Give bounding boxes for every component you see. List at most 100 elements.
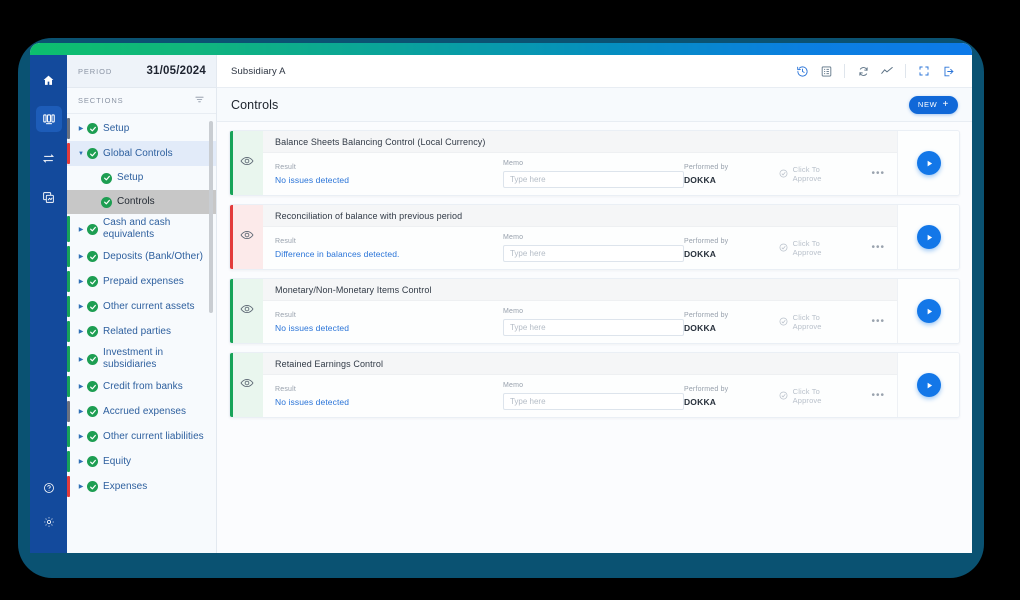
sidebar-item-investment-in-subsidiaries[interactable]: ▶ Investment in subsidiaries (67, 344, 216, 374)
control-card[interactable]: Reconciliation of balance with previous … (229, 204, 960, 270)
report-list-icon[interactable] (814, 60, 838, 82)
more-options-icon[interactable]: ••• (871, 393, 885, 399)
sections-label: SECTIONS (78, 96, 124, 105)
sidebar-item-prepaid-expenses[interactable]: ▶Prepaid expenses (67, 269, 216, 294)
approve-button[interactable]: Click To Approve (779, 387, 846, 405)
chevron-right-icon[interactable]: ▶ (75, 226, 87, 233)
icon-rail (30, 55, 67, 553)
main-content: Subsidiary A (217, 55, 972, 553)
top-toolbar: Subsidiary A (217, 55, 972, 88)
chevron-right-icon[interactable]: ▶ (75, 125, 87, 132)
memo-input[interactable]: Type here (503, 393, 684, 410)
sidebar-item-deposits-bank-other[interactable]: ▶Deposits (Bank/Other) (67, 244, 216, 269)
settings-gear-icon[interactable] (36, 509, 62, 535)
status-bar (67, 376, 70, 397)
performed-by-label: Performed by (684, 164, 777, 171)
sidebar-scrollbar-thumb[interactable] (209, 121, 213, 313)
sidebar-item-controls[interactable]: Controls (67, 190, 216, 214)
control-card[interactable]: Balance Sheets Balancing Control (Local … (229, 130, 960, 196)
more-options-icon[interactable]: ••• (871, 245, 885, 251)
sidebar-item-equity[interactable]: ▶Equity (67, 449, 216, 474)
performed-by-value: DOKKA (684, 175, 777, 185)
sidebar-item-other-current-assets[interactable]: ▶Other current assets (67, 294, 216, 319)
performed-by-field: Performed byDOKKA (684, 238, 777, 259)
sidebar-item-global-controls[interactable]: ▼Global Controls (67, 141, 216, 166)
sidebar-item-setup[interactable]: Setup (67, 166, 216, 190)
chevron-down-icon[interactable]: ▼ (75, 151, 87, 157)
sidebar-item-label: Expenses (103, 481, 147, 493)
filter-icon[interactable] (194, 92, 205, 110)
fullscreen-icon[interactable] (912, 60, 936, 82)
memo-label: Memo (503, 308, 684, 315)
chevron-right-icon[interactable]: ▶ (75, 458, 87, 465)
period-row[interactable]: PERIOD 31/05/2024 (67, 55, 216, 88)
card-status-strip (230, 353, 263, 417)
sidebar-item-setup[interactable]: ▶Setup (67, 116, 216, 141)
sidebar-item-expenses[interactable]: ▶ Expenses (67, 474, 216, 499)
chevron-right-icon[interactable]: ▶ (75, 408, 87, 415)
chevron-right-icon[interactable]: ▶ (75, 328, 87, 335)
document-chart-icon[interactable] (36, 184, 62, 210)
more-options-icon[interactable]: ••• (871, 171, 885, 177)
memo-input[interactable]: Type here (503, 171, 684, 188)
run-control-button[interactable] (917, 225, 941, 249)
status-bar (67, 401, 70, 422)
sidebar-item-cash-and-cash-equivalents[interactable]: ▶Cash and cash equivalents (67, 214, 216, 244)
sidebar-item-other-current-liabilities[interactable]: ▶Other current liabilities (67, 424, 216, 449)
sidebar-item-credit-from-banks[interactable]: ▶Credit from banks (67, 374, 216, 399)
chevron-right-icon[interactable]: ▶ (75, 433, 87, 440)
status-bar (67, 346, 70, 372)
chevron-right-icon[interactable]: ▶ (75, 303, 87, 310)
performed-by-value: DOKKA (684, 249, 777, 259)
approve-button[interactable]: Click To Approve (779, 313, 846, 331)
memo-input[interactable]: Type here (503, 245, 684, 262)
chevron-right-icon[interactable]: ▶ (75, 356, 87, 363)
memo-input[interactable]: Type here (503, 319, 684, 336)
sections-tree[interactable]: ▶Setup▼Global Controls Setup Controls▶Cash… (67, 114, 216, 553)
status-bar (67, 271, 70, 292)
memo-label: Memo (503, 382, 684, 389)
chevron-right-icon[interactable]: ▶ (75, 383, 87, 390)
logout-icon[interactable] (936, 60, 960, 82)
run-control-button[interactable] (917, 373, 941, 397)
eye-icon[interactable] (240, 376, 254, 395)
card-status-strip (230, 279, 263, 343)
approve-button[interactable]: Click To Approve (779, 165, 846, 183)
sidebar-item-accrued-expenses[interactable]: ▶Accrued expenses (67, 399, 216, 424)
rail-bottom-group (30, 475, 67, 543)
control-card[interactable]: Monetary/Non-Monetary Items ControlResul… (229, 278, 960, 344)
check-circle-icon (779, 243, 788, 254)
result-value: No issues detected (275, 175, 503, 185)
eye-icon[interactable] (240, 302, 254, 321)
check-circle-icon (87, 224, 98, 235)
control-card[interactable]: Retained Earnings ControlResultNo issues… (229, 352, 960, 418)
sidebar-item-label: Setup (117, 172, 143, 184)
eye-icon[interactable] (240, 154, 254, 173)
more-options-icon[interactable]: ••• (871, 319, 885, 325)
home-icon[interactable] (36, 67, 62, 93)
sidebar-item-label: Investment in subsidiaries (103, 347, 208, 371)
approve-button[interactable]: Click To Approve (779, 239, 846, 257)
card-action-area (897, 205, 959, 269)
chevron-right-icon[interactable]: ▶ (75, 253, 87, 260)
card-fields: ResultNo issues detectedMemoType herePer… (263, 153, 897, 195)
status-bar (67, 216, 70, 242)
new-button[interactable]: NEW + (909, 96, 958, 114)
check-circle-icon (87, 481, 98, 492)
trend-chart-icon[interactable] (875, 60, 899, 82)
run-control-button[interactable] (917, 151, 941, 175)
card-body: Reconciliation of balance with previous … (263, 205, 897, 269)
chevron-right-icon[interactable]: ▶ (75, 483, 87, 490)
run-control-button[interactable] (917, 299, 941, 323)
history-icon[interactable] (790, 60, 814, 82)
result-label: Result (275, 386, 503, 393)
eye-icon[interactable] (240, 228, 254, 247)
sync-icon[interactable] (36, 145, 62, 171)
sidebar-item-related-parties[interactable]: ▶Related parties (67, 319, 216, 344)
chevron-right-icon[interactable]: ▶ (75, 278, 87, 285)
performed-by-value: DOKKA (684, 323, 777, 333)
check-circle-icon (87, 381, 98, 392)
panels-icon[interactable] (36, 106, 62, 132)
help-icon[interactable] (36, 475, 62, 501)
refresh-icon[interactable] (851, 60, 875, 82)
